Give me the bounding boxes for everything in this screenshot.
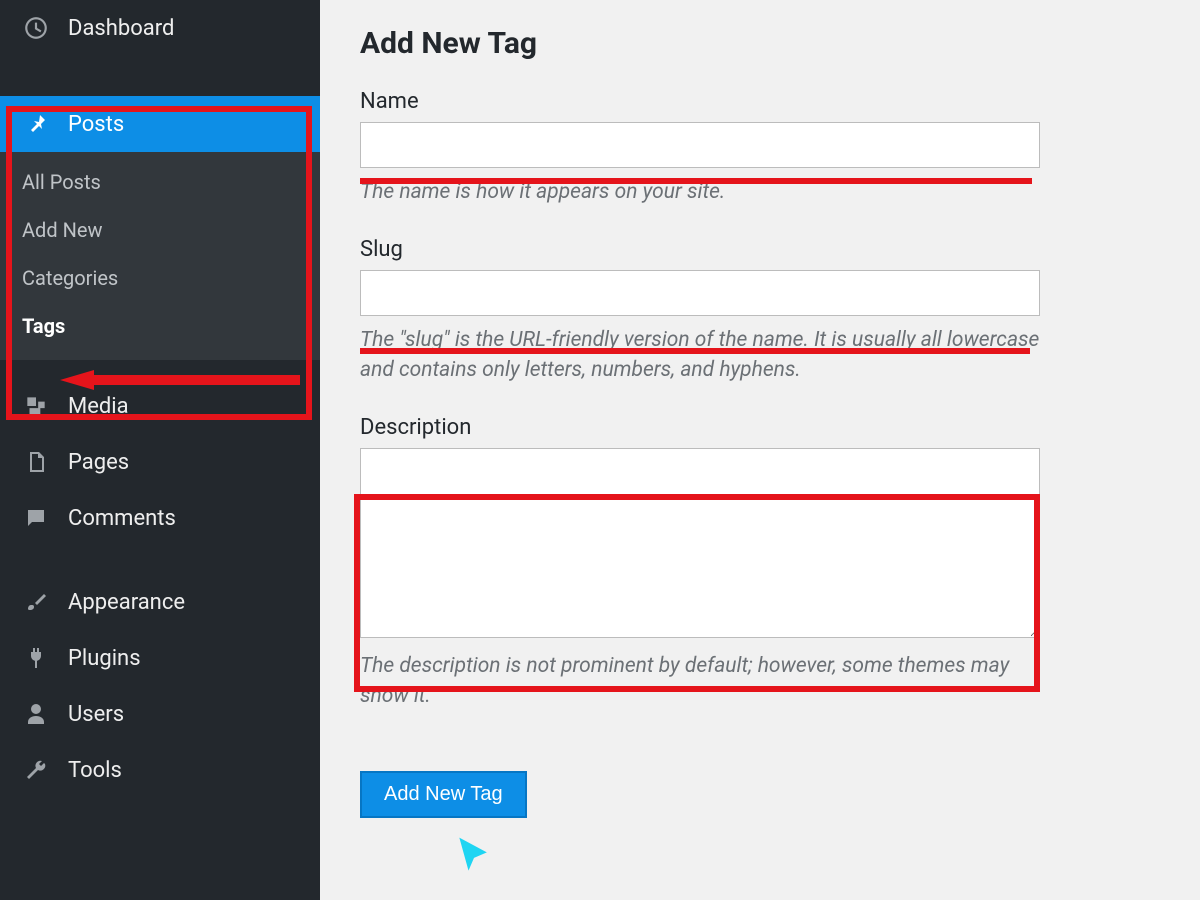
form-group-name: Name The name is how it appears on your … [360,89,1160,207]
add-new-tag-button[interactable]: Add New Tag [360,771,527,818]
admin-sidebar: Dashboard Posts All Posts Add New Catego… [0,0,320,900]
name-label: Name [360,89,1160,114]
sidebar-item-label: Posts [68,112,124,137]
dashboard-icon [22,14,50,42]
sidebar-item-label: Media [68,394,129,419]
wrench-icon [22,756,50,784]
form-group-slug: Slug The "slug" is the URL-friendly vers… [360,237,1160,385]
submenu-item-add-new[interactable]: Add New [0,206,320,254]
submenu-item-tags[interactable]: Tags [0,302,320,350]
name-input[interactable] [360,122,1040,168]
description-help-text: The description is not prominent by defa… [360,652,1060,711]
sidebar-item-posts[interactable]: Posts [0,96,320,152]
plug-icon [22,644,50,672]
sidebar-item-label: Pages [68,450,129,475]
brush-icon [22,588,50,616]
sidebar-item-media[interactable]: Media [0,378,320,434]
sidebar-item-label: Tools [68,758,122,783]
form-group-description: Description The description is not promi… [360,415,1160,711]
sidebar-item-label: Plugins [68,646,141,671]
sidebar-item-plugins[interactable]: Plugins [0,630,320,686]
submenu-label: Categories [22,266,118,290]
slug-label: Slug [360,237,1160,262]
sidebar-item-appearance[interactable]: Appearance [0,574,320,630]
sidebar-item-comments[interactable]: Comments [0,490,320,546]
sidebar-item-label: Comments [68,506,176,531]
posts-submenu: All Posts Add New Categories Tags [0,152,320,360]
sidebar-item-tools[interactable]: Tools [0,742,320,798]
media-icon [22,392,50,420]
sidebar-item-label: Dashboard [68,16,174,41]
sidebar-item-dashboard[interactable]: Dashboard [0,0,320,56]
slug-help-text: The "slug" is the URL-friendly version o… [360,326,1060,385]
pages-icon [22,448,50,476]
sidebar-item-users[interactable]: Users [0,686,320,742]
sidebar-item-pages[interactable]: Pages [0,434,320,490]
submenu-label: Add New [22,218,102,242]
submenu-label: Tags [22,314,65,338]
description-textarea[interactable] [360,448,1040,638]
comments-icon [22,504,50,532]
sidebar-item-label: Users [68,702,124,727]
submenu-item-categories[interactable]: Categories [0,254,320,302]
user-icon [22,700,50,728]
sidebar-item-label: Appearance [68,590,185,615]
main-content: Add New Tag Name The name is how it appe… [320,0,1200,900]
pin-icon [22,110,50,138]
page-title: Add New Tag [360,26,1160,61]
submenu-item-all-posts[interactable]: All Posts [0,158,320,206]
submenu-label: All Posts [22,170,101,194]
slug-input[interactable] [360,270,1040,316]
description-label: Description [360,415,1160,440]
name-help-text: The name is how it appears on your site. [360,178,1060,207]
